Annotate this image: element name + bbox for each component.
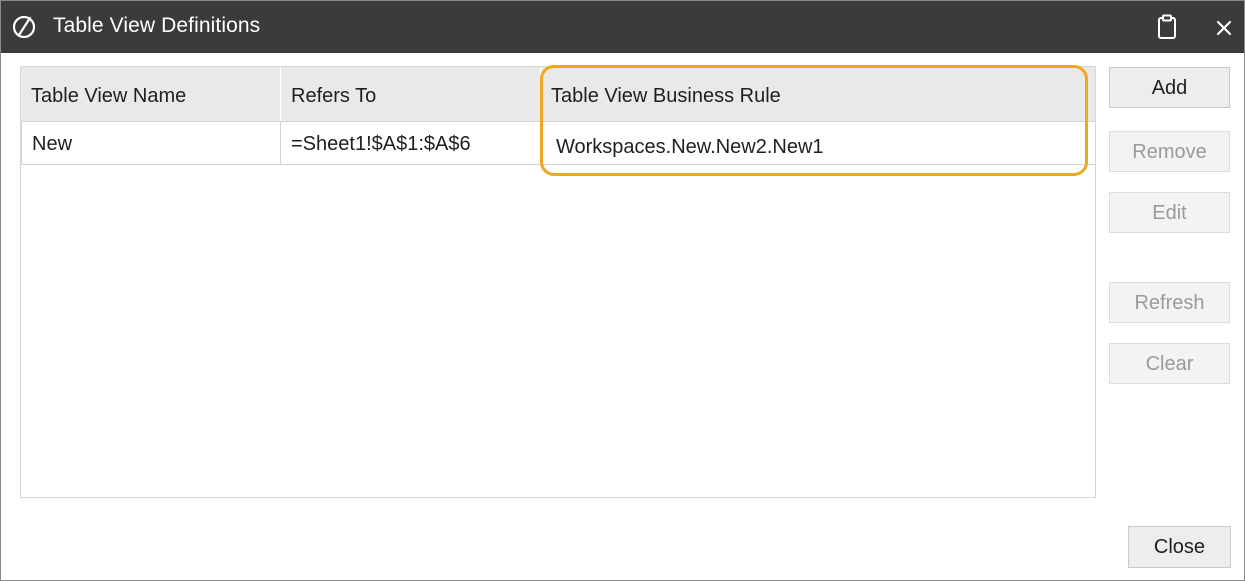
table-view-grid[interactable]: Table View Name Refers To Table View Bus…	[20, 66, 1096, 498]
close-button[interactable]: Close	[1128, 526, 1231, 568]
refresh-button[interactable]: Refresh	[1109, 282, 1230, 323]
add-button[interactable]: Add	[1109, 67, 1230, 108]
cell-table-view-name[interactable]: New	[21, 121, 281, 165]
remove-button[interactable]: Remove	[1109, 131, 1230, 172]
clear-button[interactable]: Clear	[1109, 343, 1230, 384]
clipboard-icon[interactable]	[1156, 14, 1178, 40]
window-title: Table View Definitions	[53, 14, 261, 37]
column-header-business-rule[interactable]: Table View Business Rule	[541, 67, 1095, 121]
title-bar: Table View Definitions	[1, 1, 1244, 53]
close-icon[interactable]	[1214, 16, 1234, 38]
cell-refers-to[interactable]: =Sheet1!$A$1:$A$6	[281, 121, 541, 165]
column-header-table-view-name[interactable]: Table View Name	[21, 67, 281, 121]
onestream-logo-icon	[12, 15, 36, 39]
cell-business-rule[interactable]: Workspaces.New.New2.New1	[541, 121, 1095, 165]
edit-button[interactable]: Edit	[1109, 192, 1230, 233]
column-header-refers-to[interactable]: Refers To	[281, 67, 541, 121]
table-view-definitions-dialog: Table View Definitions Table View Name R…	[0, 0, 1245, 581]
